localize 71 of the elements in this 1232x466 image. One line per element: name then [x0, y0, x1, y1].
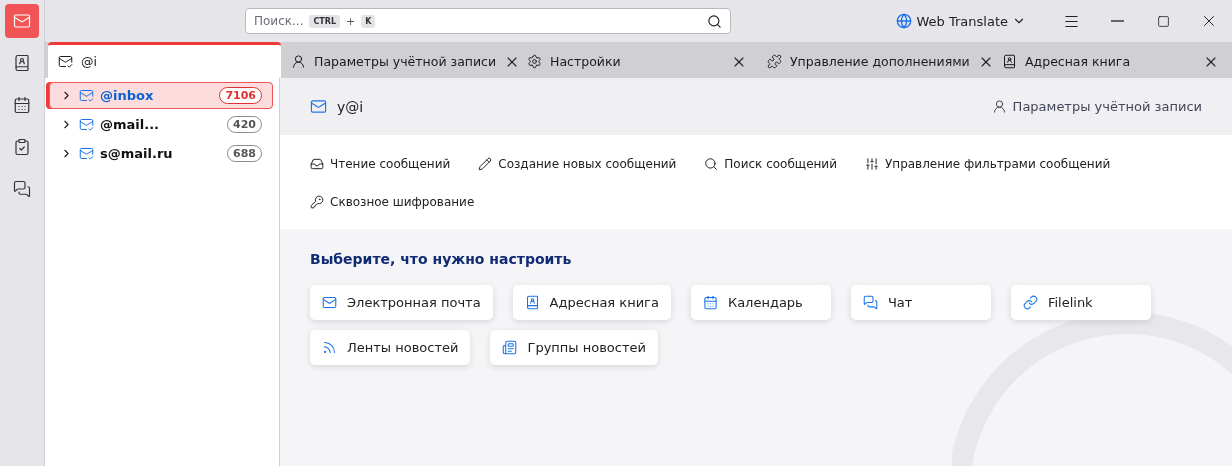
account-row[interactable]: @inbox 7106	[49, 82, 273, 109]
clipboard-check-icon	[13, 138, 31, 156]
settings-icon	[527, 54, 542, 69]
mail-icon	[79, 88, 94, 103]
action-link[interactable]: Чтение сообщений	[310, 157, 451, 171]
search-field[interactable]: Поиск... CTRL + K	[245, 8, 731, 34]
rss-icon	[322, 340, 337, 355]
tab-label: Параметры учётной записи	[314, 54, 497, 69]
tab-label: Адресная книга	[1025, 54, 1132, 69]
action-link[interactable]: Создание новых сообщений	[478, 157, 677, 171]
setup-card[interactable]: Адресная книга	[512, 285, 671, 320]
tab[interactable]: Адресная книга	[992, 42, 1229, 78]
tab[interactable]: Параметры учётной записи	[281, 42, 517, 78]
minimize-icon	[1110, 20, 1124, 22]
tab-label: Управление дополнениями	[790, 54, 970, 69]
action-link[interactable]: Сквозное шифрование	[310, 195, 475, 209]
account-name: s@mail.ru	[100, 146, 174, 161]
tab-label: @i	[81, 54, 98, 69]
user-icon	[291, 54, 306, 69]
puzzle-icon	[767, 54, 782, 69]
unread-count: 420	[227, 116, 262, 133]
newspaper-icon	[502, 340, 518, 355]
mail-icon	[322, 295, 337, 310]
mail-icon	[310, 98, 327, 115]
account-settings-link[interactable]: Параметры учётной записи	[991, 99, 1202, 114]
account-address: y@i	[337, 98, 365, 115]
pencil-icon	[478, 157, 493, 171]
action-link[interactable]: Поиск сообщений	[704, 157, 837, 171]
address-book-icon	[13, 54, 31, 72]
tab[interactable]: Управление дополнениями	[757, 42, 992, 78]
sliders-icon	[864, 157, 879, 171]
setup-card[interactable]: Filelink	[1010, 285, 1151, 320]
tab[interactable]: @i	[48, 42, 281, 78]
search-icon	[704, 157, 719, 171]
mail-icon	[79, 146, 94, 161]
chat-icon	[13, 180, 31, 198]
calendar-icon	[13, 96, 31, 114]
mail-icon	[13, 12, 31, 30]
address-book-icon	[524, 295, 540, 310]
user-icon	[991, 99, 1007, 114]
tab[interactable]: Настройки	[517, 42, 757, 78]
account-name: @inbox	[100, 88, 155, 103]
shortcut-plus: +	[346, 14, 356, 28]
link-icon	[1022, 295, 1038, 310]
account-name: @mail...	[100, 117, 161, 132]
setup-card[interactable]: Ленты новостей	[310, 330, 471, 365]
key-icon	[310, 195, 324, 209]
chat-icon	[862, 295, 878, 310]
globe-icon	[896, 13, 913, 29]
maximize-icon	[1156, 14, 1170, 28]
account-row[interactable]: @mail... 420	[49, 111, 273, 138]
shortcut-key: CTRL	[309, 14, 341, 28]
account-row[interactable]: s@mail.ru 688	[49, 140, 273, 167]
shortcut-key: K	[361, 14, 376, 28]
unread-count: 688	[227, 145, 262, 162]
section-title: Выберите, что нужно настроить	[310, 251, 573, 267]
setup-card[interactable]: Чат	[850, 285, 991, 320]
web-translate-button[interactable]: Web Translate	[896, 13, 1026, 29]
search-icon	[707, 13, 722, 29]
tab-label: Настройки	[550, 54, 622, 69]
inbox-icon	[310, 157, 324, 171]
setup-card[interactable]: Календарь	[690, 285, 831, 320]
mail-icon	[58, 54, 73, 69]
address-book-icon	[1002, 54, 1017, 69]
search-placeholder: Поиск...	[254, 14, 304, 28]
setup-card[interactable]: Группы новостей	[490, 330, 658, 365]
setup-card[interactable]: Электронная почта	[310, 285, 493, 320]
calendar-icon	[702, 295, 718, 310]
action-link[interactable]: Управление фильтрами сообщений	[864, 157, 1111, 171]
mail-icon	[79, 117, 94, 132]
unread-count: 7106	[219, 87, 262, 104]
